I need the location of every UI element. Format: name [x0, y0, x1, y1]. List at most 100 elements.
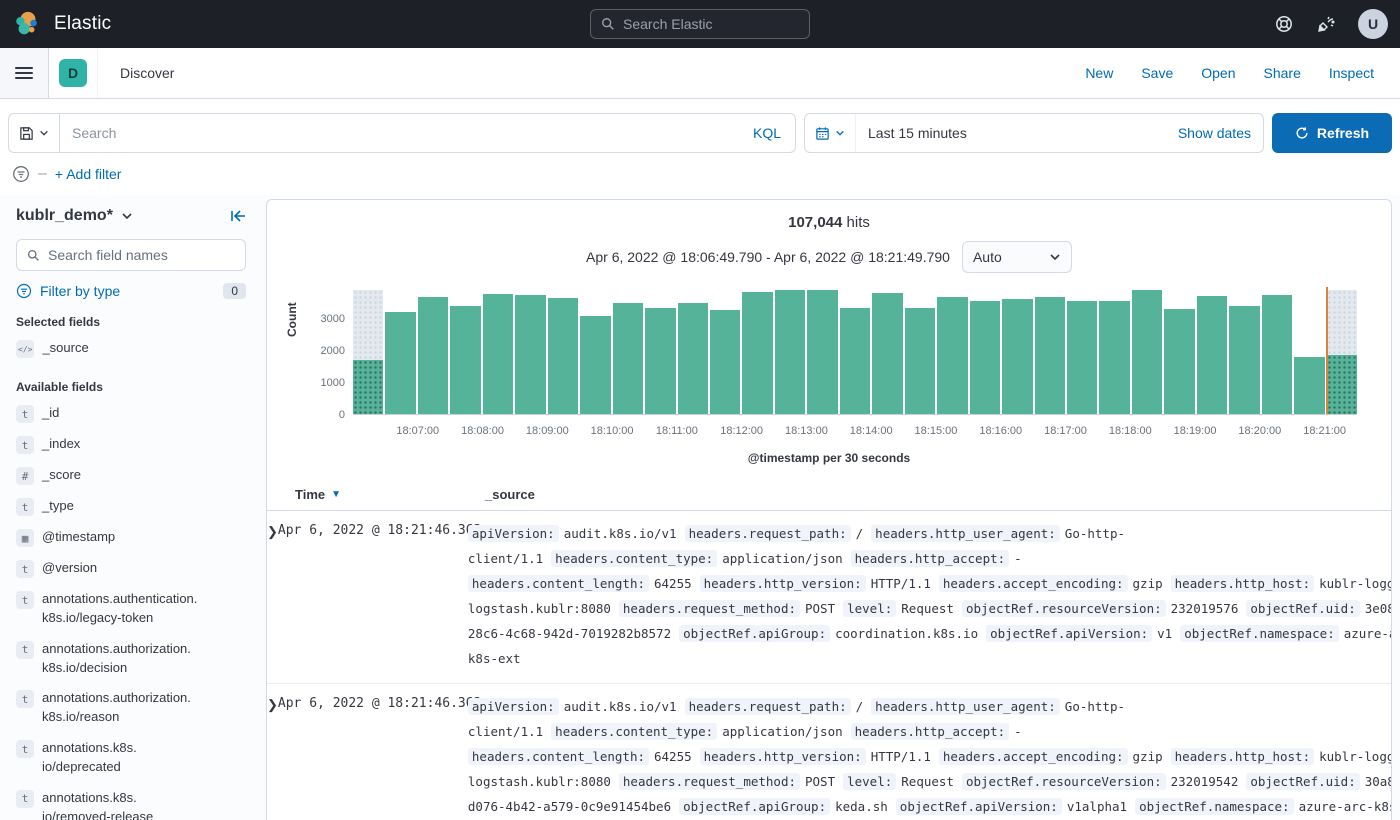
- field-value: 64255: [654, 749, 692, 764]
- sort-descending-icon: ▼: [331, 489, 342, 500]
- field-value: gzip: [1132, 749, 1163, 764]
- chevron-down-icon: [122, 213, 132, 220]
- y-axis-tick: 1000: [320, 377, 345, 389]
- document-row: ❯ Apr 6, 2022 @ 18:21:46.363 apiVersion: au…: [267, 684, 1391, 820]
- field-key-pill: objectRef.resourceVersion:: [961, 600, 1166, 617]
- field-list-item[interactable]: # _score: [16, 460, 246, 491]
- field-key-pill: headers.http_accept:: [850, 550, 1010, 567]
- field-key-pill: headers.request_path:: [684, 525, 851, 542]
- user-avatar[interactable]: U: [1358, 9, 1388, 39]
- field-value: Request: [901, 601, 954, 616]
- index-pattern-switcher[interactable]: kublr_demo*: [16, 207, 133, 225]
- field-search-input[interactable]: Search field names: [16, 239, 246, 271]
- top-nav-actions: New Save Open Share Inspect: [1085, 65, 1400, 81]
- newsfeed-icon[interactable]: [1316, 14, 1336, 34]
- collapse-sidebar-icon[interactable]: [230, 208, 246, 224]
- number-field-icon: #: [16, 467, 34, 485]
- field-value: -: [1014, 551, 1022, 566]
- chevron-down-icon: [39, 128, 49, 138]
- field-key-pill: headers.accept_encoding:: [938, 748, 1128, 765]
- text-field-icon: t: [16, 740, 34, 759]
- field-value: application/json: [722, 551, 843, 566]
- field-key-pill: apiVersion:: [467, 525, 559, 542]
- interval-select[interactable]: Auto: [961, 241, 1072, 273]
- field-key-pill: headers.request_path:: [684, 698, 851, 715]
- breadcrumb[interactable]: Discover: [120, 65, 174, 81]
- global-header: Elastic Search Elastic U: [0, 0, 1400, 48]
- row-source: apiVersion: audit.k8s.io/v1 headers.reques…: [467, 521, 1391, 671]
- field-value: HTTP/1.1: [870, 576, 931, 591]
- add-filter-button[interactable]: + Add filter: [55, 166, 122, 182]
- field-key-pill: headers.content_type:: [551, 550, 718, 567]
- brand-title: Elastic: [54, 13, 112, 34]
- field-key-pill: headers.http_host:: [1170, 575, 1315, 592]
- field-key-pill: objectRef.namespace:: [1180, 625, 1339, 642]
- filter-divider: –: [38, 165, 47, 182]
- selected-fields-heading: Selected fields: [16, 315, 101, 329]
- saved-query-menu-button[interactable]: [9, 114, 60, 152]
- field-key-pill: headers.http_version:: [699, 748, 866, 765]
- global-search-placeholder: Search Elastic: [623, 16, 713, 32]
- hits-count: 107,044: [788, 214, 843, 231]
- field-value: coordination.k8s.io: [835, 626, 979, 641]
- time-range-value[interactable]: Last 15 minutes: [856, 125, 1166, 141]
- date-quick-select-button[interactable]: [805, 114, 856, 152]
- field-key-pill: objectRef.apiGroup:: [679, 625, 831, 642]
- time-column-header[interactable]: Time ▼: [267, 487, 485, 502]
- field-list-item[interactable]: t _id: [16, 398, 246, 429]
- field-list-item[interactable]: </> _source: [16, 333, 246, 364]
- field-list-item[interactable]: t annotations.authentication. k8s.io/legac…: [16, 584, 246, 634]
- field-list-item[interactable]: t _index: [16, 429, 246, 460]
- save-button[interactable]: Save: [1141, 65, 1173, 81]
- field-key-pill: headers.content_length:: [467, 748, 649, 765]
- field-list-item[interactable]: t annotations.k8s. io/deprecated: [16, 733, 246, 783]
- text-field-icon: t: [16, 405, 34, 423]
- documents-table: Time ▼ _source ❯ Apr 6, 2022 @ 18:21:46.3…: [267, 481, 1391, 820]
- inspect-button[interactable]: Inspect: [1329, 65, 1374, 81]
- field-name: annotations.authorization. k8s.io/decisio…: [42, 640, 191, 675]
- field-list-item[interactable]: t _type: [16, 491, 246, 522]
- refresh-button[interactable]: Refresh: [1272, 113, 1392, 153]
- field-list-item[interactable]: t annotations.authorization. k8s.io/reason: [16, 683, 246, 733]
- field-value: keda.sh: [835, 799, 888, 814]
- chart-date-range: Apr 6, 2022 @ 18:06:49.790 - Apr 6, 2022…: [586, 249, 950, 265]
- query-bar: Search KQL Last 15 minutes Show dates Re…: [0, 99, 1400, 163]
- space-selector-button[interactable]: D: [49, 48, 98, 98]
- field-key-pill: objectRef.resourceVersion:: [961, 773, 1166, 790]
- search-input[interactable]: Search: [60, 125, 739, 141]
- field-value: v1: [1157, 626, 1173, 641]
- open-button[interactable]: Open: [1201, 65, 1235, 81]
- hamburger-menu-button[interactable]: [0, 48, 49, 98]
- field-value: POST: [805, 601, 836, 616]
- field-value: /: [855, 699, 864, 714]
- field-list-item[interactable]: ▦ @timestamp: [16, 522, 246, 553]
- field-value: -: [1014, 724, 1022, 739]
- filter-by-type-button[interactable]: Filter by type: [40, 283, 215, 299]
- global-search-input[interactable]: Search Elastic: [590, 9, 810, 39]
- show-dates-button[interactable]: Show dates: [1166, 125, 1263, 141]
- field-key-pill: level:: [843, 600, 897, 617]
- chevron-down-icon: [1050, 254, 1060, 261]
- field-value: 232019576: [1170, 601, 1239, 616]
- help-icon[interactable]: [1274, 14, 1294, 34]
- query-language-button[interactable]: KQL: [739, 125, 795, 141]
- field-key-pill: objectRef.uid:: [1246, 600, 1360, 617]
- expand-row-icon[interactable]: ❯: [267, 521, 278, 671]
- elastic-logo-icon[interactable]: [12, 9, 42, 39]
- field-name: annotations.k8s. io/deprecated: [42, 740, 137, 774]
- text-field-icon: t: [16, 690, 34, 709]
- x-axis-label: @timestamp per 30 seconds: [747, 451, 911, 465]
- filter-by-type-icon: [16, 283, 32, 299]
- text-field-icon: t: [16, 498, 34, 516]
- filter-menu-icon[interactable]: [12, 165, 30, 183]
- field-value: audit.k8s.io/v1: [563, 699, 677, 714]
- field-list-item[interactable]: t annotations.k8s. io/removed-release: [16, 783, 246, 820]
- field-name: _index: [42, 436, 81, 451]
- field-value: application/json: [722, 724, 843, 739]
- field-value: 232019542: [1170, 774, 1239, 789]
- expand-row-icon[interactable]: ❯: [267, 694, 278, 820]
- field-list-item[interactable]: t @version: [16, 553, 246, 584]
- share-button[interactable]: Share: [1264, 65, 1301, 81]
- new-button[interactable]: New: [1085, 65, 1113, 81]
- field-list-item[interactable]: t annotations.authorization. k8s.io/decisi…: [16, 634, 246, 684]
